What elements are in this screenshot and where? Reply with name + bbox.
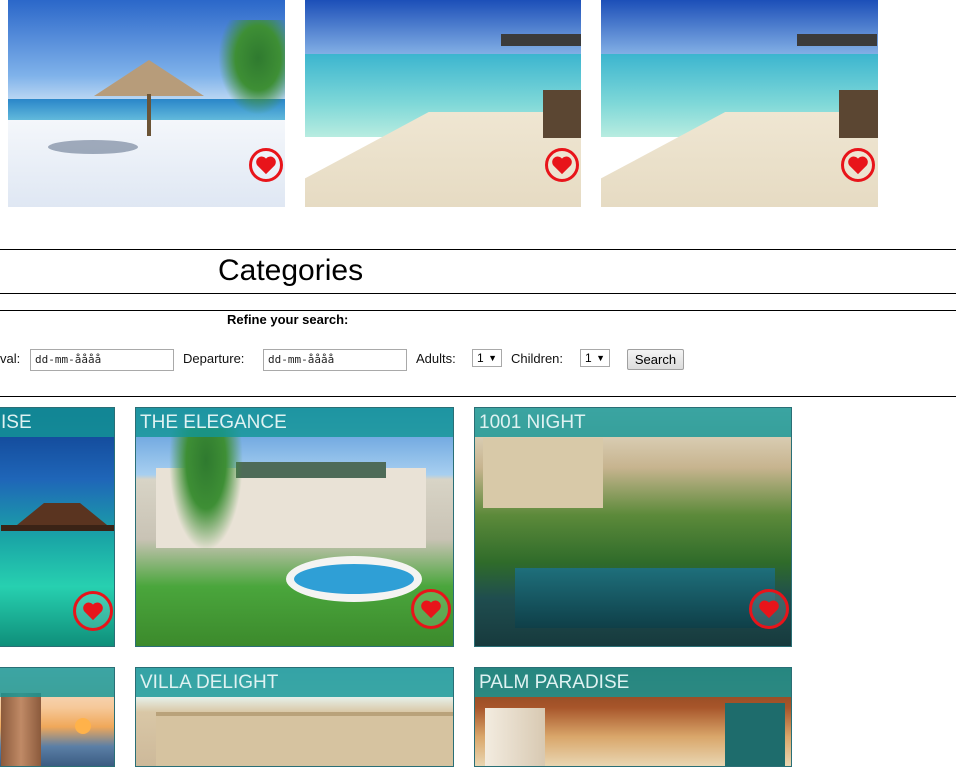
favorite-heart-button[interactable] xyxy=(73,591,113,631)
divider-top xyxy=(0,249,956,250)
category-card-2[interactable]: THE ELEGANCE xyxy=(135,407,454,647)
category-card-3[interactable]: 1001 NIGHT xyxy=(474,407,792,647)
heart-icon xyxy=(83,602,103,621)
heart-icon xyxy=(848,156,868,175)
heart-icon xyxy=(759,600,779,619)
chevron-down-icon: ▼ xyxy=(596,353,605,363)
refine-search-heading: Refine your search: xyxy=(227,312,349,327)
heart-icon xyxy=(552,156,572,175)
overwater-huts xyxy=(501,34,581,46)
category-card-title: 1001 NIGHT xyxy=(475,408,791,437)
heart-icon xyxy=(256,156,276,175)
favorite-heart-button[interactable] xyxy=(411,589,451,629)
adults-select-value: 1 xyxy=(477,351,484,365)
children-select[interactable]: 1 ▼ xyxy=(580,349,610,367)
category-card-1[interactable]: ISE xyxy=(0,407,115,647)
children-select-value: 1 xyxy=(585,351,592,365)
adults-label: Adults: xyxy=(416,351,456,366)
category-card-title: VILLA DELIGHT xyxy=(136,668,453,697)
category-card-5[interactable]: VILLA DELIGHT xyxy=(135,667,454,767)
villa-wall xyxy=(156,712,453,766)
top-photo-3[interactable] xyxy=(601,0,878,207)
search-button[interactable]: Search xyxy=(627,349,684,370)
overwater-huts xyxy=(797,34,877,46)
swimming-pool xyxy=(286,556,422,602)
departure-date-input[interactable]: dd-mm-åååå xyxy=(263,349,407,371)
category-card-6[interactable]: PALM PARADISE xyxy=(474,667,792,767)
category-card-title xyxy=(0,668,114,697)
divider-mid xyxy=(0,293,956,294)
divider-bottom xyxy=(0,396,956,397)
archway-terrace xyxy=(483,438,603,508)
category-card-title: ISE xyxy=(0,408,114,437)
category-card-title: PALM PARADISE xyxy=(475,668,791,697)
swimming-pool xyxy=(515,568,775,628)
category-card-4[interactable] xyxy=(0,667,115,767)
sun xyxy=(75,718,91,734)
chevron-down-icon: ▼ xyxy=(488,353,497,363)
heart-icon xyxy=(421,600,441,619)
favorite-heart-button[interactable] xyxy=(749,589,789,629)
children-label: Children: xyxy=(511,351,564,366)
arrival-date-input[interactable]: dd-mm-åååå xyxy=(30,349,174,371)
adults-select[interactable]: 1 ▼ xyxy=(472,349,502,367)
favorite-heart-button[interactable] xyxy=(545,148,579,182)
canopy-bed xyxy=(485,708,545,766)
top-photo-2[interactable] xyxy=(305,0,581,207)
palm-tree xyxy=(218,20,285,115)
departure-label: Departure: xyxy=(183,351,245,366)
divider-refine xyxy=(0,310,956,311)
favorite-heart-button[interactable] xyxy=(249,148,283,182)
categories-title: Categories xyxy=(218,254,364,287)
favorite-heart-button[interactable] xyxy=(841,148,875,182)
arrival-label: val: xyxy=(0,351,21,366)
top-photo-1[interactable] xyxy=(8,0,285,207)
category-card-title: THE ELEGANCE xyxy=(136,408,453,437)
